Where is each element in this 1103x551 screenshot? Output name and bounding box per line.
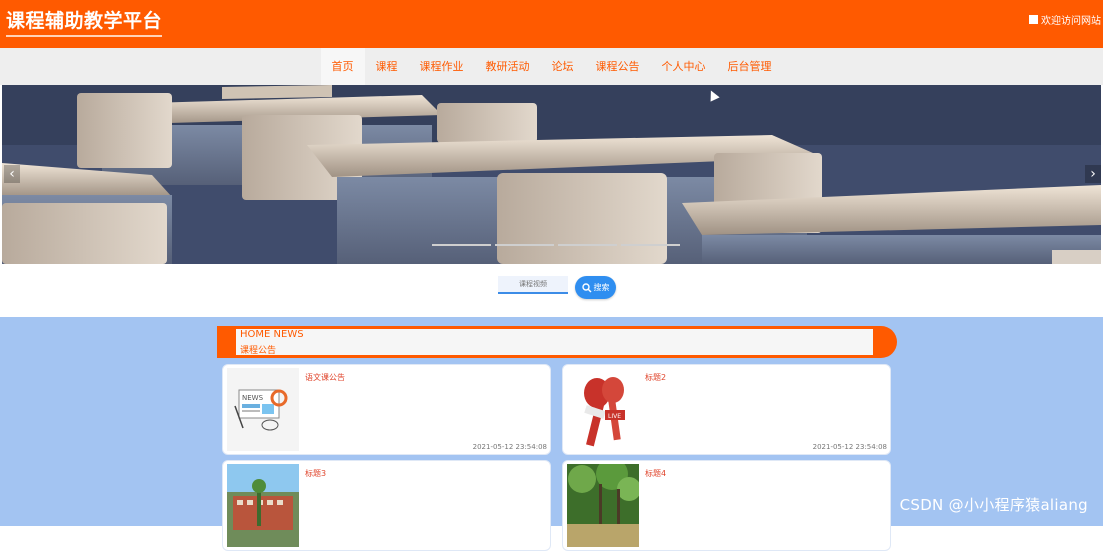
news-title[interactable]: 标题4	[645, 468, 666, 479]
header: 课程辅助教学平台 欢迎访问网站	[0, 0, 1103, 48]
news-thumb[interactable]: LIVE	[567, 368, 639, 451]
nav-item-admin[interactable]: 后台管理	[717, 48, 783, 85]
news-heading-box	[236, 329, 873, 355]
nav-item-profile[interactable]: 个人中心	[651, 48, 717, 85]
nav-item-research[interactable]: 教研活动	[475, 48, 541, 85]
welcome-icon	[1029, 15, 1038, 24]
watermark: CSDN @小小程序猿aliang	[899, 496, 1088, 514]
banner-carousel[interactable]	[2, 85, 1101, 264]
banner-next-arrow[interactable]: ›	[1085, 165, 1101, 183]
news-card[interactable]: 标题3	[222, 460, 551, 551]
welcome-text: 欢迎访问网站	[1029, 12, 1101, 27]
news-heading-cn: 课程公告	[240, 346, 277, 356]
main-nav: 首页 课程 课程作业 教研活动 论坛 课程公告 个人中心 后台管理	[0, 48, 1103, 85]
banner-dot[interactable]	[558, 244, 617, 246]
nav-item-courses[interactable]: 课程	[365, 48, 409, 85]
news-title[interactable]: 标题3	[305, 468, 326, 479]
banner-dot[interactable]	[495, 244, 554, 246]
nav-item-homework[interactable]: 课程作业	[409, 48, 475, 85]
news-heading-en: HOME NEWS	[240, 329, 304, 340]
news-thumb[interactable]	[567, 464, 639, 547]
search-icon	[581, 282, 591, 292]
nav-item-notices[interactable]: 课程公告	[585, 48, 651, 85]
news-title[interactable]: 语文课公告	[305, 372, 345, 383]
news-thumb[interactable]: NEWS	[227, 368, 299, 451]
banner-dot[interactable]	[621, 244, 680, 246]
banner-indicators	[432, 244, 680, 246]
nav-item-forum[interactable]: 论坛	[541, 48, 585, 85]
building-photo	[227, 464, 299, 547]
svg-text:NEWS: NEWS	[242, 394, 264, 402]
banner-prev-arrow[interactable]: ‹	[4, 165, 20, 183]
news-card[interactable]: NEWS 语文课公告 2021-05-12 23:54:08	[222, 364, 551, 455]
news-card[interactable]: 标题4	[562, 460, 891, 551]
welcome-label: 欢迎访问网站	[1041, 16, 1101, 27]
site-title[interactable]: 课程辅助教学平台	[6, 6, 163, 37]
microphone-icon: LIVE	[584, 377, 625, 447]
banner-dot[interactable]	[432, 244, 491, 246]
banner-image	[2, 85, 1101, 264]
news-date: 2021-05-12 23:54:08	[812, 443, 887, 451]
svg-text:LIVE: LIVE	[608, 413, 621, 420]
news-thumb[interactable]	[227, 464, 299, 547]
news-title[interactable]: 标题2	[645, 372, 666, 383]
news-icon: NEWS	[234, 389, 288, 431]
nav-item-home[interactable]: 首页	[320, 48, 365, 85]
news-card[interactable]: LIVE 标题2 2021-05-12 23:54:08	[562, 364, 891, 455]
search-input[interactable]	[498, 276, 568, 294]
search-button-label: 搜索	[593, 283, 610, 292]
park-photo	[567, 464, 639, 547]
news-date: 2021-05-12 23:54:08	[472, 443, 547, 451]
search-button[interactable]: 搜索	[575, 276, 616, 299]
